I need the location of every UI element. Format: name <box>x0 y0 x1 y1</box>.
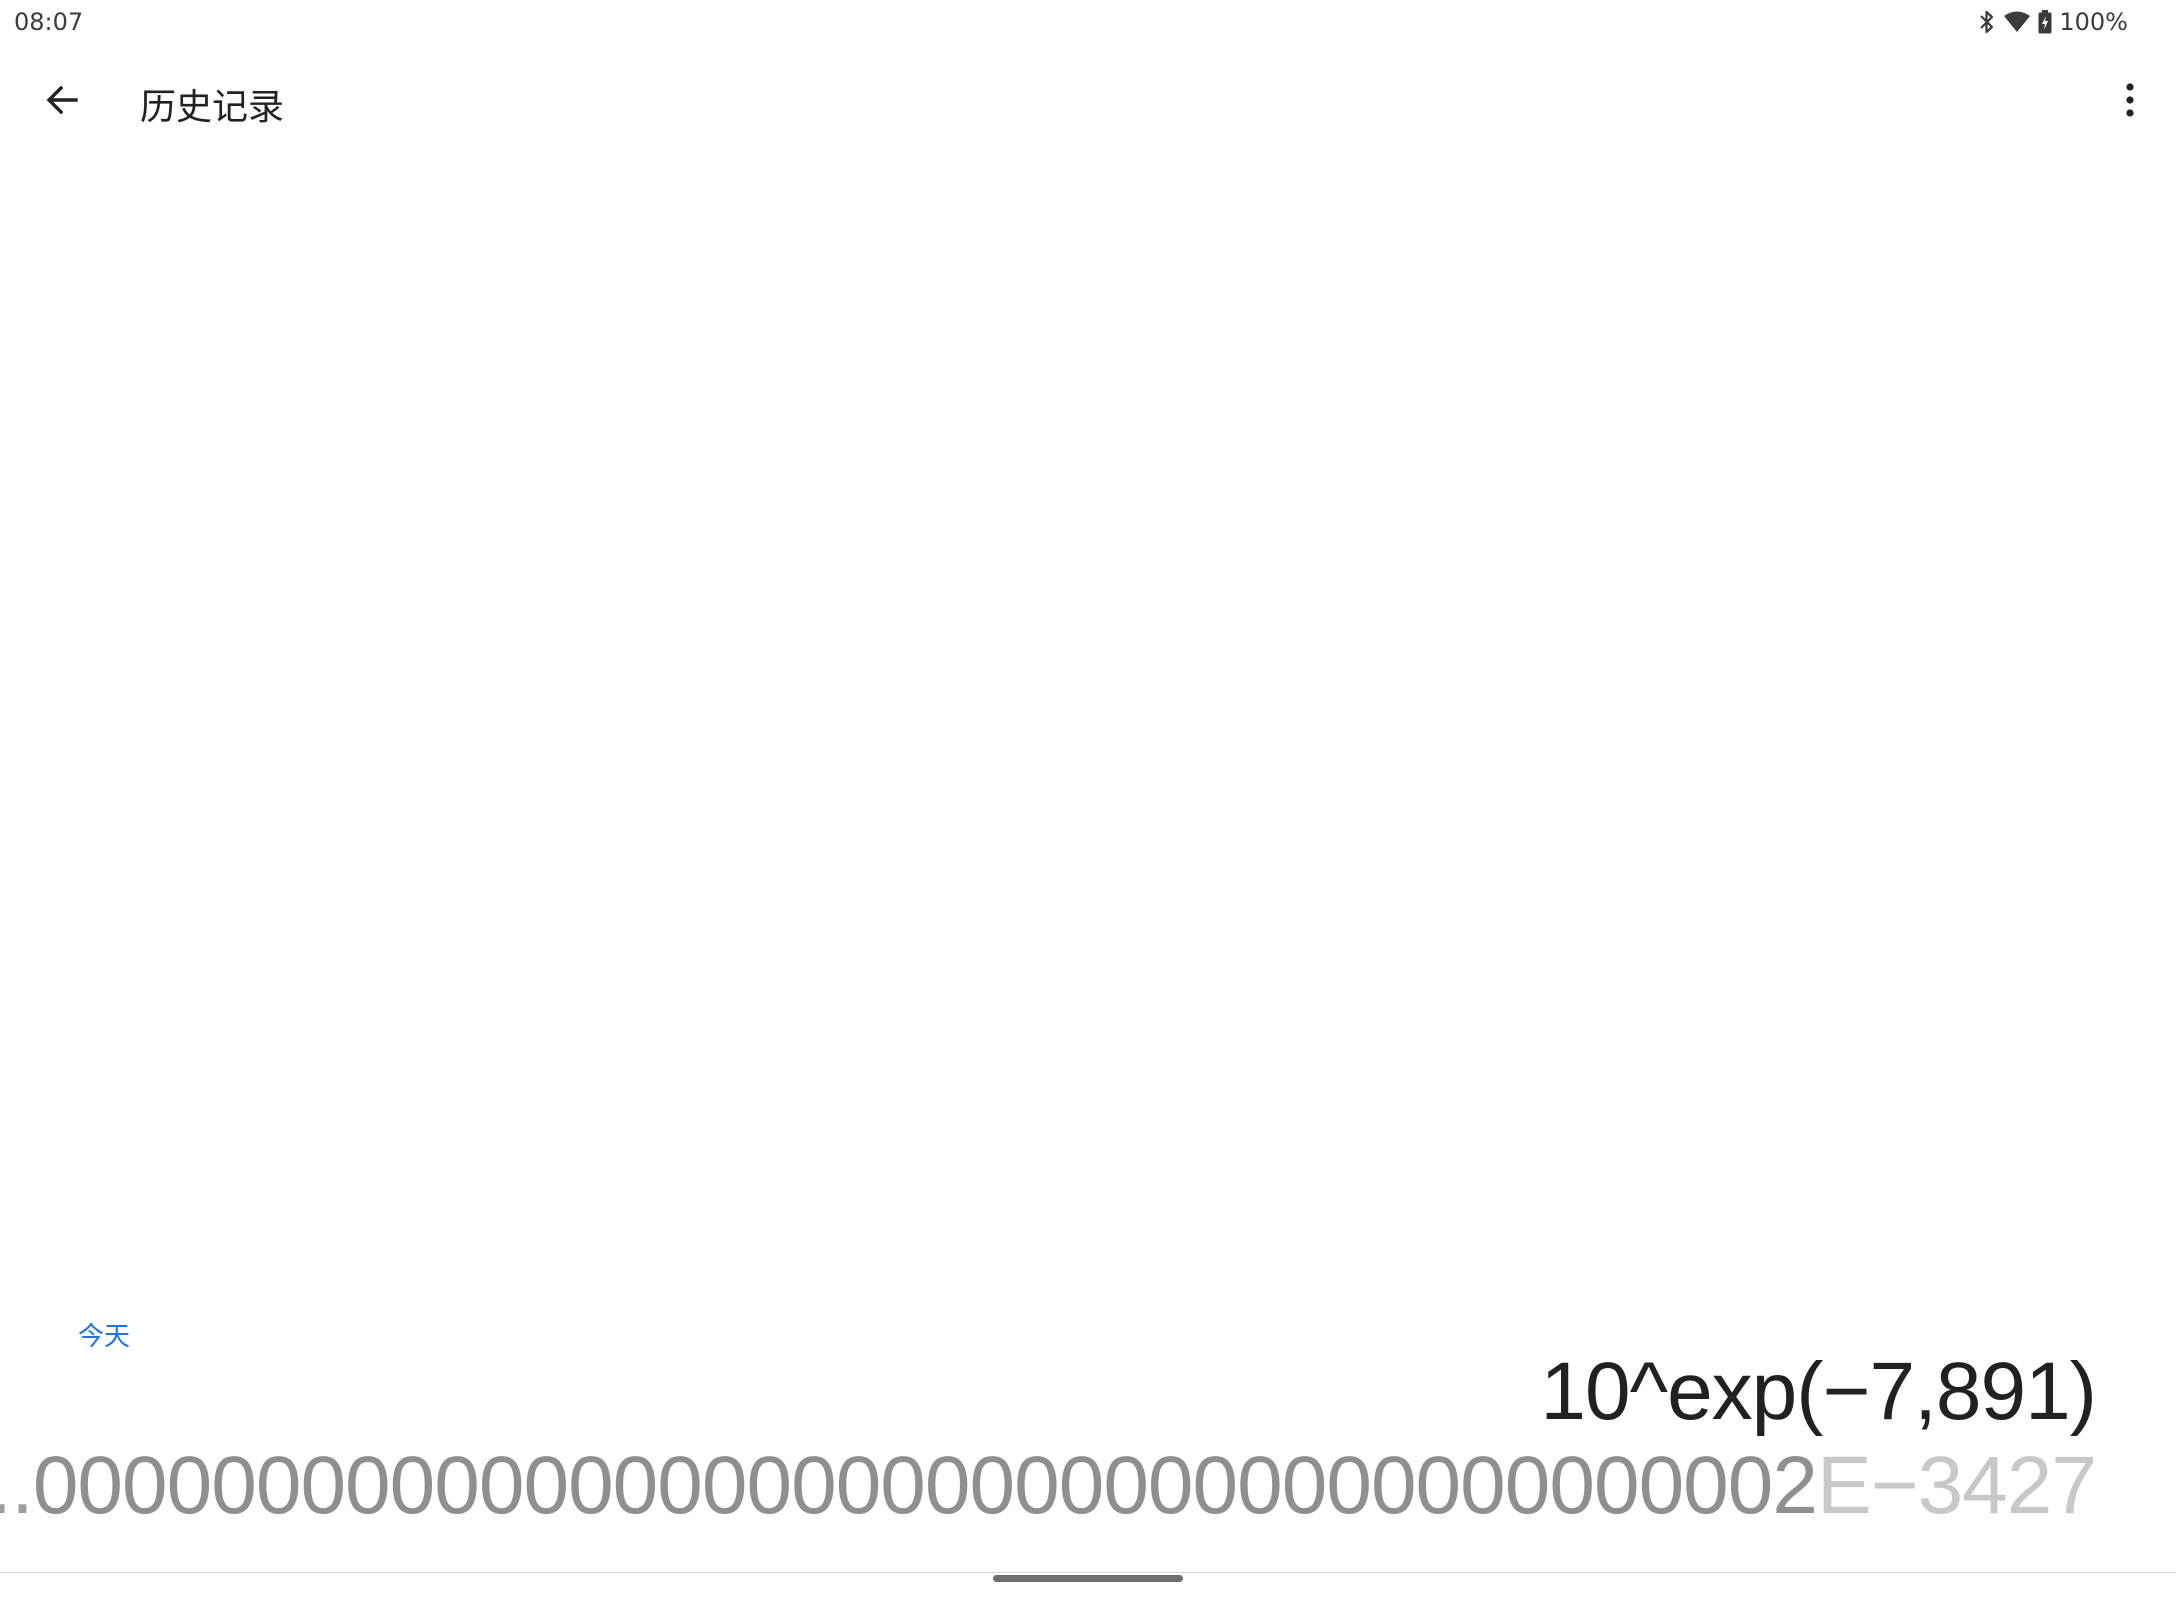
result-ellipsis: ... <box>0 1440 34 1531</box>
bottom-divider <box>0 1572 2176 1573</box>
battery-icon <box>2037 9 2053 35</box>
result-mantissa: 0000000000000000000000000000000000000002 <box>32 1440 1818 1531</box>
navigation-handle[interactable] <box>993 1575 1183 1582</box>
page-title: 历史记录 <box>140 87 285 128</box>
history-result: ...0000000000000000000000000000000000000… <box>0 1439 2097 1533</box>
battery-percentage: 100% <box>2059 8 2128 36</box>
status-time: 08:07 <box>14 8 84 36</box>
status-icons: 100% <box>1977 6 2128 38</box>
status-bar: 08:07 100% <box>0 0 2176 44</box>
more-options-button[interactable] <box>2098 70 2162 134</box>
history-screen: 08:07 100% 历史记录 今天 10^exp(−7,891) .00000… <box>0 0 2176 1600</box>
arrow-back-icon <box>44 82 80 123</box>
history-entry[interactable]: 10^exp(−7,891) ...0000000000000000000000… <box>0 1345 2097 1535</box>
wifi-icon <box>2003 10 2031 34</box>
app-toolbar: 历史记录 <box>0 56 2176 142</box>
bluetooth-icon <box>1977 9 1997 35</box>
back-button[interactable] <box>30 70 94 134</box>
more-vert-icon <box>2124 82 2136 123</box>
result-exponent: E−3427 <box>1817 1440 2097 1531</box>
history-expression: 10^exp(−7,891) <box>1540 1346 2097 1437</box>
